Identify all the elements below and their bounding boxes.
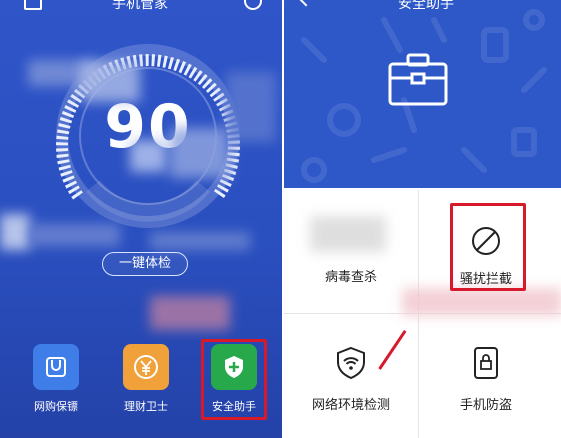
blurred-region <box>150 296 230 330</box>
yen-coin-icon <box>123 344 169 390</box>
highlight-frame <box>450 203 526 291</box>
feature-label: 手机防盗 <box>459 398 512 413</box>
left-top-bar: 手机管家 <box>0 0 282 20</box>
blurred-region <box>0 214 30 250</box>
left-page-title: 手机管家 <box>112 0 168 12</box>
wifi-shield-icon <box>337 346 365 380</box>
phone-lock-icon <box>474 347 498 379</box>
settings-icon[interactable] <box>244 0 262 10</box>
blurred-region <box>30 224 120 246</box>
toolbox-icon <box>388 53 448 106</box>
blurred-region <box>310 216 386 252</box>
blurred-region <box>130 140 166 172</box>
feature-label: 网络环境检测 <box>311 398 390 413</box>
right-phone-screen: 安全助手 病毒查杀 骚扰拦截 网络环境检测 手机防盗 <box>284 0 561 438</box>
blurred-region <box>150 232 250 250</box>
right-page-title: 安全助手 <box>398 0 454 12</box>
feature-network-check[interactable]: 网络环境检测 <box>284 346 418 413</box>
shopping-bag-icon <box>33 344 79 390</box>
hero-banner: 安全助手 <box>284 0 561 188</box>
feature-label: 病毒查杀 <box>324 270 377 285</box>
one-click-check-button[interactable]: 一键体检 <box>102 252 188 276</box>
blurred-region <box>170 128 230 178</box>
highlight-frame <box>201 339 267 420</box>
blurred-region <box>80 62 140 102</box>
feature-virus-scan[interactable]: 病毒查杀 <box>284 266 418 285</box>
scan-icon[interactable] <box>24 0 42 10</box>
tool-label: 理财卫士 <box>124 400 168 413</box>
blurred-region <box>226 72 276 142</box>
left-phone-screen: 手机管家 90 一键体检 网购保镖 理财卫士 安全助手 <box>0 0 282 438</box>
feature-anti-theft[interactable]: 手机防盗 <box>419 346 553 413</box>
tool-finance-guard[interactable]: 理财卫士 <box>111 344 181 414</box>
tool-label: 网购保镖 <box>34 400 78 413</box>
blurred-region <box>402 288 561 316</box>
tool-online-shopping-guard[interactable]: 网购保镖 <box>21 344 91 414</box>
